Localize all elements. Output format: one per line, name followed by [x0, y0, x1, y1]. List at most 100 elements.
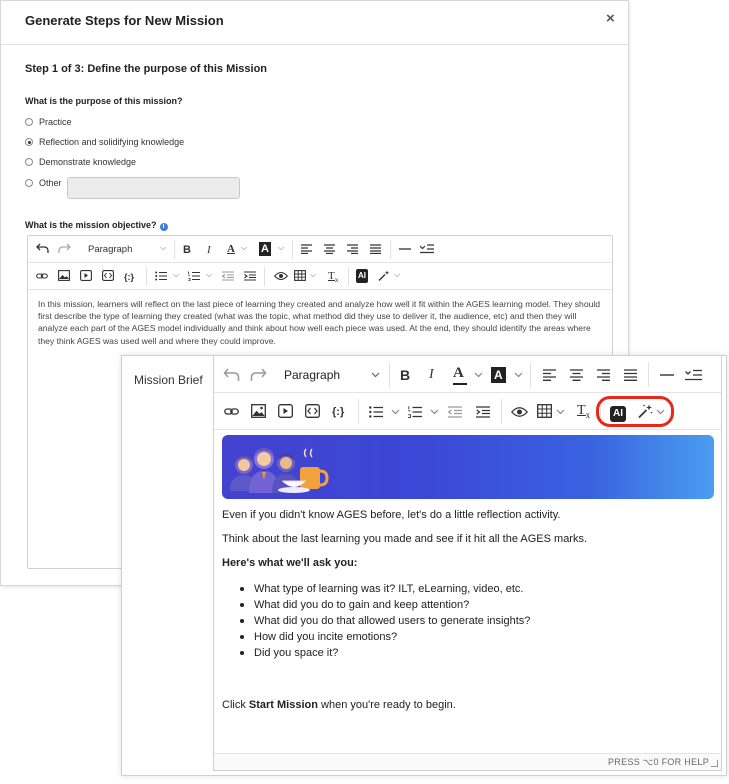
video-icon[interactable] — [278, 404, 293, 418]
bullet-list-icon[interactable] — [155, 271, 167, 281]
chevron-down-icon[interactable]: ⌵ — [310, 268, 316, 282]
chevron-down-icon[interactable] — [430, 409, 439, 415]
redo-icon[interactable] — [58, 243, 71, 254]
link-icon[interactable] — [36, 271, 48, 281]
paragraph-select[interactable]: Paragraph — [88, 243, 132, 257]
font-color-icon[interactable]: A — [227, 242, 235, 256]
align-right-icon[interactable] — [597, 369, 610, 381]
code-block-icon[interactable]: {:} — [332, 403, 344, 421]
mission-brief-panel: Mission Brief Paragraph B I A A {:} Tx A… — [121, 355, 727, 776]
brief-paragraph-1: Even if you didn't know AGES before, let… — [222, 509, 561, 521]
toolbar-divider — [264, 267, 265, 286]
toolbar-divider — [648, 362, 649, 387]
chevron-down-icon[interactable]: ⌵ — [278, 241, 284, 255]
toolbar-divider — [530, 362, 531, 387]
chevron-down-icon[interactable]: ⌵ — [241, 241, 247, 255]
radio-button-checked[interactable] — [25, 138, 33, 146]
horizontal-line-icon[interactable] — [660, 374, 674, 376]
link-icon[interactable] — [224, 406, 239, 417]
highlight-color-icon[interactable]: A — [491, 365, 506, 383]
chevron-down-icon[interactable]: ⌵ — [160, 241, 166, 255]
table-icon[interactable] — [537, 404, 552, 418]
undo-icon[interactable] — [36, 243, 49, 254]
preview-eye-icon[interactable] — [511, 406, 528, 418]
align-left-icon[interactable] — [543, 369, 556, 381]
chevron-down-icon[interactable] — [391, 409, 400, 415]
objective-label-text: What is the mission objective? — [25, 220, 157, 230]
bold-icon[interactable]: B — [183, 243, 191, 257]
redo-icon[interactable] — [250, 368, 267, 382]
radio-label: Demonstrate knowledge — [39, 157, 137, 167]
magic-wand-icon[interactable] — [378, 270, 390, 281]
align-justify-icon[interactable] — [624, 369, 637, 381]
outdent-icon[interactable] — [448, 406, 462, 418]
align-center-icon[interactable] — [570, 369, 583, 381]
radio-reflection[interactable]: Reflection and solidifying knowledge — [25, 135, 184, 149]
chevron-down-icon[interactable]: ⌵ — [206, 268, 212, 282]
resize-handle-icon[interactable] — [711, 760, 718, 767]
other-input[interactable] — [67, 177, 240, 199]
preview-eye-icon[interactable] — [274, 271, 288, 281]
radio-practice[interactable]: Practice — [25, 115, 72, 129]
chevron-down-icon[interactable] — [371, 372, 380, 378]
mission-brief-label: Mission Brief — [134, 373, 203, 387]
radio-button[interactable] — [25, 179, 33, 187]
indent-icon[interactable] — [244, 271, 256, 281]
image-icon[interactable] — [58, 270, 70, 281]
numbered-list-icon[interactable] — [408, 406, 422, 418]
chevron-down-icon[interactable] — [556, 409, 565, 415]
undo-icon[interactable] — [223, 368, 240, 382]
clear-format-letter: T — [577, 403, 586, 418]
list-item: What did you do that allowed users to ge… — [240, 613, 530, 629]
font-color-icon[interactable]: A — [453, 364, 467, 385]
bullet-list-icon[interactable] — [369, 406, 383, 418]
info-icon[interactable]: i — [159, 223, 168, 231]
objective-text[interactable]: In this mission, learners will reflect o… — [38, 298, 604, 347]
chevron-down-icon[interactable] — [514, 372, 523, 378]
chevron-down-icon[interactable]: ⌵ — [173, 268, 179, 282]
editor-toolbar-row-1: Paragraph B I A A — [214, 356, 721, 393]
show-more-icon[interactable] — [420, 244, 434, 254]
radio-button[interactable] — [25, 118, 33, 126]
mission-brief-editor[interactable]: Paragraph B I A A {:} Tx AI Even if you … — [213, 356, 722, 771]
list-item: How did you incite emotions? — [240, 629, 530, 645]
numbered-list-icon[interactable] — [188, 271, 200, 281]
align-center-icon[interactable] — [324, 244, 335, 254]
bold-icon[interactable]: B — [400, 366, 410, 384]
embed-icon[interactable] — [102, 270, 114, 281]
align-left-icon[interactable] — [301, 244, 312, 254]
horizontal-line-icon[interactable] — [399, 248, 411, 250]
people-coffee-illustration — [230, 448, 329, 493]
brief-bullet-list: What type of learning was it? ILT, eLear… — [240, 581, 530, 661]
align-right-icon[interactable] — [347, 244, 358, 254]
radio-demonstrate[interactable]: Demonstrate knowledge — [25, 155, 136, 169]
cta-start-mission: Start Mission — [248, 699, 318, 711]
clear-format-icon[interactable]: Tx — [328, 269, 338, 287]
indent-icon[interactable] — [476, 406, 490, 418]
show-more-icon[interactable] — [685, 369, 702, 381]
italic-icon[interactable]: I — [429, 366, 434, 384]
paragraph-select[interactable]: Paragraph — [284, 366, 380, 384]
close-icon[interactable]: × — [606, 10, 615, 27]
clear-format-icon[interactable]: Tx — [577, 402, 590, 424]
outdent-icon[interactable] — [222, 271, 234, 281]
highlight-color-icon[interactable]: A — [259, 242, 271, 256]
video-icon[interactable] — [80, 270, 92, 281]
embed-icon[interactable] — [305, 404, 320, 418]
list-item: What type of learning was it? ILT, eLear… — [240, 581, 530, 597]
ai-icon[interactable]: AI — [356, 269, 368, 283]
toolbar-divider — [358, 399, 359, 424]
align-justify-icon[interactable] — [370, 244, 381, 254]
chevron-down-icon[interactable]: ⌵ — [394, 268, 400, 282]
toolbar-divider — [501, 399, 502, 424]
objective-toolbar-row-1: Paragraph ⌵ B I A ⌵ A ⌵ — [28, 236, 612, 263]
radio-other[interactable]: Other — [25, 176, 62, 190]
code-block-icon[interactable]: {:} — [124, 270, 134, 284]
italic-icon[interactable]: I — [207, 243, 211, 257]
table-icon[interactable] — [294, 270, 306, 281]
chevron-down-icon[interactable] — [474, 372, 483, 378]
image-icon[interactable] — [251, 404, 266, 418]
help-hint: PRESS ⌥0 FOR HELP — [608, 757, 709, 767]
radio-button[interactable] — [25, 158, 33, 166]
editor-status-bar: PRESS ⌥0 FOR HELP — [214, 753, 721, 770]
